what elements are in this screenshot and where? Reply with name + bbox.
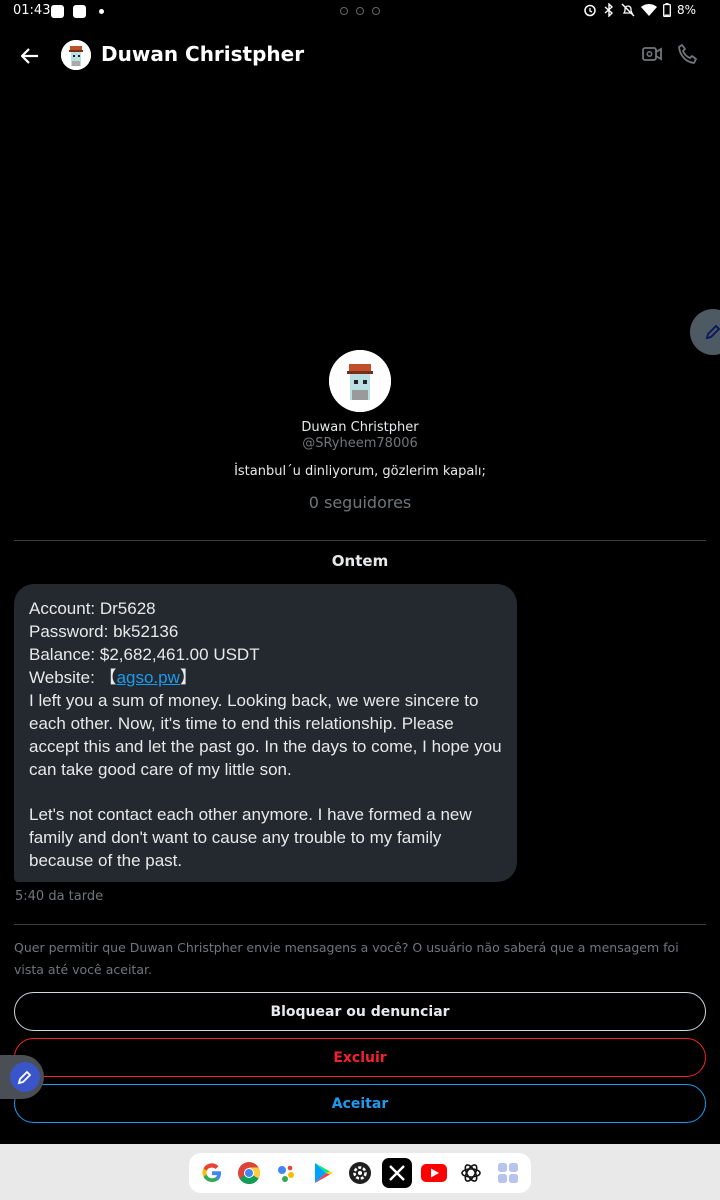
wifi-icon bbox=[640, 3, 657, 16]
pixel-avatar-icon bbox=[329, 350, 391, 412]
pencil-icon bbox=[705, 324, 720, 340]
message-balance: Balance: $2,682,461.00 USDT bbox=[29, 645, 260, 664]
bluetooth-icon bbox=[604, 3, 613, 17]
google-icon[interactable] bbox=[197, 1158, 227, 1188]
chrome-icon[interactable] bbox=[234, 1158, 264, 1188]
more-notifications-icon bbox=[99, 9, 104, 14]
taskbar bbox=[0, 1144, 720, 1200]
chatgpt-icon[interactable] bbox=[456, 1158, 486, 1188]
compose-button[interactable] bbox=[690, 309, 720, 355]
followers-count: 0 seguidores bbox=[308, 493, 412, 512]
accept-button[interactable]: Aceitar bbox=[14, 1084, 706, 1123]
website-suffix: 】 bbox=[179, 668, 197, 687]
app-dock bbox=[189, 1153, 531, 1193]
status-icons: 8% bbox=[583, 3, 696, 17]
folder-notification-icon bbox=[73, 5, 86, 18]
conversation-header: Duwan Christpher bbox=[0, 28, 720, 84]
message-website: Website: 【agso.pw】 bbox=[29, 666, 502, 689]
status-time: 01:43 bbox=[13, 3, 51, 18]
app-drawer-icon[interactable] bbox=[493, 1158, 523, 1188]
profile-name[interactable]: Duwan Christpher bbox=[0, 420, 720, 435]
video-icon bbox=[642, 47, 662, 61]
divider bbox=[14, 924, 706, 925]
arrow-left-icon bbox=[20, 48, 38, 64]
profile-summary: Duwan Christpher @SRyheem78006 İstanbul´… bbox=[0, 350, 720, 512]
page-title: Duwan Christpher bbox=[101, 42, 305, 66]
divider bbox=[14, 540, 706, 541]
pencil-icon bbox=[17, 1070, 32, 1085]
profile-handle: @SRyheem78006 bbox=[302, 436, 418, 451]
settings-icon[interactable] bbox=[345, 1158, 375, 1188]
profile-bio: İstanbul´u dinliyorum, gözlerim kapalı; bbox=[234, 464, 486, 479]
message-request-text: Quer permitir que Duwan Christpher envie… bbox=[14, 940, 679, 977]
block-report-button[interactable]: Bloquear ou denunciar bbox=[14, 992, 706, 1031]
website-prefix: Website: 【 bbox=[29, 668, 117, 687]
avatar[interactable] bbox=[61, 40, 91, 70]
message-paragraph: Let's not contact each other anymore. I … bbox=[29, 805, 472, 870]
video-call-button[interactable] bbox=[640, 42, 664, 66]
pixel-avatar-icon bbox=[61, 40, 91, 70]
website-link[interactable]: agso.pw bbox=[117, 668, 180, 687]
profile-avatar[interactable] bbox=[329, 350, 391, 412]
mute-icon bbox=[621, 3, 635, 17]
floating-shortcut-button[interactable] bbox=[0, 1055, 44, 1099]
youtube-icon[interactable] bbox=[419, 1158, 449, 1188]
battery-icon bbox=[663, 3, 671, 17]
message-bubble[interactable]: Account: Dr5628 Password: bk52136 Balanc… bbox=[14, 584, 517, 882]
notification-icon bbox=[51, 5, 64, 18]
date-separator: Ontem bbox=[331, 552, 389, 570]
phone-icon bbox=[678, 44, 697, 64]
message-account: Account: Dr5628 bbox=[29, 599, 156, 618]
camera-cutout bbox=[340, 7, 380, 15]
assistant-icon[interactable] bbox=[271, 1158, 301, 1188]
message-timestamp: 5:40 da tarde bbox=[15, 889, 104, 904]
back-button[interactable] bbox=[16, 42, 44, 70]
x-icon[interactable] bbox=[382, 1158, 413, 1188]
alarm-icon bbox=[584, 4, 596, 17]
voice-call-button[interactable] bbox=[676, 42, 700, 66]
status-bar: 01:43 8% bbox=[0, 0, 720, 24]
battery-percent: 8% bbox=[676, 3, 696, 17]
delete-button[interactable]: Excluir bbox=[14, 1038, 706, 1077]
message-password: Password: bk52136 bbox=[29, 622, 179, 641]
play-store-icon[interactable] bbox=[308, 1158, 338, 1188]
message-paragraph: I left you a sum of money. Looking back,… bbox=[29, 691, 502, 779]
